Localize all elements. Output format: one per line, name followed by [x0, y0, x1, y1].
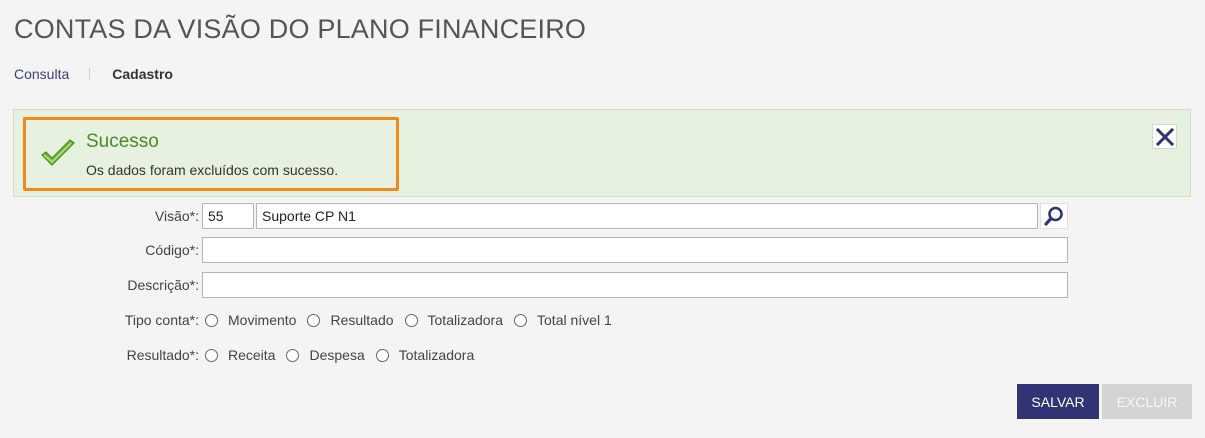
radio-receita[interactable] — [205, 348, 218, 362]
excluir-button[interactable]: EXCLUIR — [1102, 384, 1192, 419]
radio-movimento-label: Movimento — [228, 312, 297, 328]
radio-totalizadora-label: Totalizadora — [427, 312, 504, 328]
resultado-row: Resultado*: Receita Despesa Totalizadora — [0, 347, 482, 363]
close-alert-button[interactable] — [1152, 124, 1177, 149]
alert-title: Sucesso — [86, 131, 159, 152]
tab-cadastro[interactable]: Cadastro — [112, 66, 173, 82]
descricao-row: Descrição*: — [0, 272, 1068, 298]
radio-totalizadora[interactable] — [404, 313, 418, 327]
salvar-button[interactable]: SALVAR — [1017, 384, 1099, 419]
radio-despesa[interactable] — [286, 348, 300, 362]
tab-separator — [89, 68, 91, 80]
codigo-input[interactable] — [202, 237, 1068, 263]
radio-total-nivel-1[interactable] — [514, 313, 528, 327]
radio-despesa-label: Despesa — [309, 347, 365, 363]
alert-highlight-box: Sucesso Os dados foram excluídos com suc… — [23, 117, 399, 191]
tab-consulta[interactable]: Consulta — [14, 66, 69, 82]
visao-row: Visão*: — [0, 203, 1068, 229]
radio-resultado-label: Resultado — [330, 312, 394, 328]
tipo-conta-radio-group: Movimento Resultado Totalizadora Total n… — [202, 312, 620, 328]
search-icon — [1044, 206, 1063, 226]
page-title: CONTAS DA VISÃO DO PLANO FINANCEIRO — [14, 14, 587, 44]
tipo-conta-label: Tipo conta*: — [124, 312, 199, 328]
radio-receita-label: Receita — [228, 347, 276, 363]
success-alert: Sucesso Os dados foram excluídos com suc… — [13, 109, 1191, 197]
tipo-conta-row: Tipo conta*: Movimento Resultado Totaliz… — [0, 312, 620, 328]
resultado-label: Resultado*: — [126, 347, 199, 363]
descricao-input[interactable] — [202, 272, 1068, 298]
radio-resultado[interactable] — [307, 313, 321, 327]
radio-movimento[interactable] — [205, 313, 218, 327]
visao-search-button[interactable] — [1040, 203, 1068, 229]
resultado-radio-group: Receita Despesa Totalizadora — [202, 347, 482, 363]
alert-message: Os dados foram excluídos com sucesso. — [86, 162, 339, 178]
visao-code-input[interactable] — [202, 203, 254, 229]
radio-total-nivel-1-label: Total nível 1 — [537, 312, 612, 328]
check-icon — [41, 139, 75, 166]
radio-resultado-totalizadora[interactable] — [375, 348, 389, 362]
codigo-row: Código*: — [0, 237, 1068, 263]
descricao-label: Descrição*: — [127, 277, 199, 293]
close-icon — [1155, 127, 1174, 146]
visao-name-input[interactable] — [256, 203, 1038, 229]
visao-label: Visão*: — [154, 208, 199, 224]
codigo-label: Código*: — [145, 242, 199, 258]
radio-resultado-totalizadora-label: Totalizadora — [398, 347, 475, 363]
tabs: Consulta Cadastro — [14, 66, 173, 82]
